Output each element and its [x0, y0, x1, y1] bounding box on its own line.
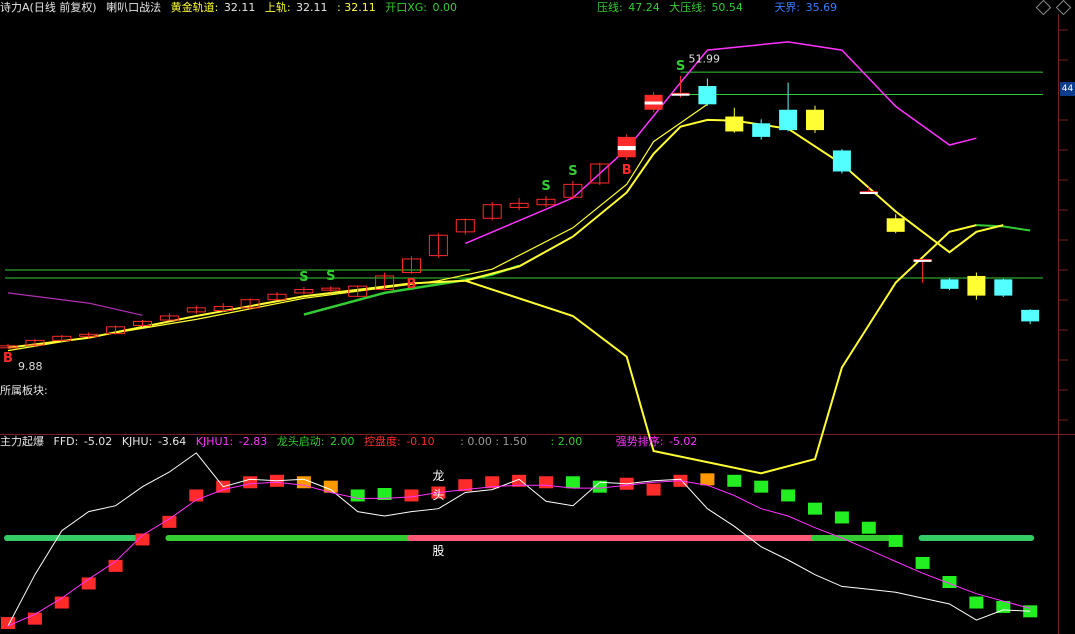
control-value: -0.10	[406, 435, 435, 448]
horizontal-levels	[5, 71, 1043, 279]
big-pressure-label: 大压线:	[669, 1, 706, 14]
sep-value: : 32.11	[337, 1, 376, 14]
signal-b: B	[622, 163, 632, 178]
signal-s: S	[299, 270, 308, 285]
sub-bar	[834, 511, 849, 524]
dragon-label: 龙头启动:	[276, 435, 325, 448]
candle-body	[940, 279, 959, 289]
main-indicator-lines	[7, 41, 1031, 475]
sub-bar	[888, 534, 903, 547]
high-label: 51.99	[689, 52, 721, 65]
sub-bar	[727, 474, 742, 487]
sub-bars	[1, 473, 1038, 630]
chart-canvas: S S B S S B S B 51.99 9.88 龙头股	[0, 14, 1075, 634]
signal-s: S	[326, 269, 335, 284]
control-label: 控盘度:	[363, 435, 401, 448]
sub-bar	[646, 483, 661, 496]
text-marks: 龙头股	[432, 469, 444, 558]
sub-bar	[700, 473, 715, 486]
candle-body	[806, 109, 824, 131]
low-label: 9.88	[18, 360, 43, 373]
price-tag: 44	[1060, 82, 1075, 96]
upper-value: 32.11	[296, 1, 328, 14]
line-upper-yellow	[7, 118, 1004, 349]
signals: S S B S S B S B 51.99 9.88	[3, 52, 720, 373]
main-header-right: 压线: 47.24 大压线: 50.54 天界: 35.69	[597, 0, 843, 16]
strength-value: -5.02	[668, 435, 698, 448]
sub-bar	[781, 489, 796, 502]
candle-stripe	[644, 101, 663, 105]
sub-bar	[565, 476, 580, 489]
signal-b: B	[407, 277, 417, 292]
candle-stripe	[859, 192, 878, 195]
candle-stripe	[617, 146, 636, 151]
dragon-mark: 龙	[432, 469, 444, 483]
pressure-value: 47.24	[628, 1, 660, 14]
kjhu1-value: -2.83	[238, 435, 268, 448]
indicator-name: 喇叭口战法	[106, 1, 162, 14]
ffd-value: -5.02	[83, 435, 113, 448]
sub-bar	[754, 480, 769, 493]
candle-body	[994, 279, 1013, 296]
misc-values-2: : 2.00	[550, 435, 583, 448]
sub-bar	[404, 489, 419, 502]
signal-s: S	[676, 59, 685, 74]
sky-value: 35.69	[805, 1, 838, 14]
dragon-value: 2.00	[329, 435, 355, 448]
sky-label: 天界:	[774, 1, 801, 14]
dragon-mark: 股	[432, 544, 444, 558]
kjhu1-label: KJHU1:	[195, 435, 234, 448]
signal-b: B	[3, 351, 13, 366]
candle-body	[886, 218, 905, 232]
sector-label: 所属板块:	[0, 384, 48, 397]
sub-bar	[350, 489, 365, 502]
candle-body	[1021, 309, 1040, 322]
band-green-left	[4, 535, 147, 541]
candle-body	[967, 275, 986, 296]
sub-bar	[539, 476, 553, 489]
line-mid-yellow	[7, 103, 708, 352]
candles	[0, 75, 1040, 349]
candle-stripe	[671, 93, 690, 96]
big-pressure-value: 50.54	[711, 1, 743, 14]
strength-label: 强势排序:	[615, 435, 664, 448]
candle-body	[725, 116, 744, 132]
sub-bar	[969, 596, 984, 609]
candle-body	[779, 109, 798, 131]
sub-bar	[243, 476, 258, 489]
main-header: 诗力A(日线 前复权) 喇叭口战法 黄金轨道: 32.11 上轨: 32.11 …	[0, 0, 463, 16]
kjhu-label: KJHU:	[121, 435, 153, 448]
sub-bar	[915, 556, 930, 569]
kjhu-value: -3.64	[157, 435, 187, 448]
open-value: 0.00	[432, 1, 458, 14]
candle-body	[832, 150, 851, 172]
upper-label: 上轨:	[264, 1, 291, 14]
band-green-right	[811, 535, 900, 541]
band-green-mid	[165, 535, 416, 541]
gold-track-label: 黄金轨道:	[170, 1, 219, 14]
band-green-far	[918, 535, 1035, 541]
sub-name: 主力起爆	[0, 435, 44, 448]
band-pink	[407, 535, 819, 541]
open-label: 开口XG:	[385, 1, 428, 14]
line-magenta-left	[7, 292, 143, 316]
candle-body	[698, 86, 717, 105]
gold-track-value: 32.11	[223, 1, 256, 14]
series-kjhu	[7, 480, 1031, 627]
candle-stripe	[913, 259, 932, 262]
sub-bands	[4, 535, 1035, 541]
stock-name: 诗力A(日线 前复权)	[0, 1, 97, 14]
sub-bar	[861, 521, 876, 534]
pressure-label: 压线:	[597, 1, 623, 14]
signal-s: S	[568, 164, 577, 179]
signal-s: S	[541, 179, 550, 194]
ffd-label: FFD:	[53, 435, 79, 448]
dragon-mark: 头	[432, 488, 444, 502]
misc-values-1: : 0.00 : 1.50	[460, 435, 528, 448]
sub-bar	[808, 502, 822, 515]
candle-body	[752, 123, 771, 137]
sub-bar	[1, 617, 15, 630]
sub-header: 主力起爆 FFD: -5.02 KJHU: -3.64 KJHU1: -2.83…	[0, 434, 703, 450]
